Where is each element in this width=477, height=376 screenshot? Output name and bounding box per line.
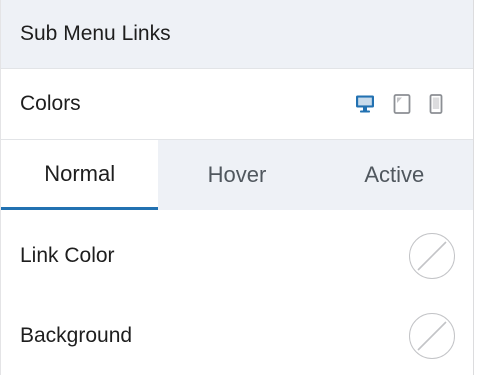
tab-hover-label: Hover: [207, 162, 267, 187]
tablet-icon[interactable]: [393, 94, 411, 114]
empty-color-icon: [417, 241, 447, 271]
device-switcher: [355, 94, 443, 114]
tab-normal-label: Normal: [44, 160, 116, 186]
link-color-picker[interactable]: [409, 233, 455, 279]
tab-active[interactable]: Active: [316, 140, 473, 210]
mobile-icon[interactable]: [429, 94, 443, 114]
tab-normal[interactable]: Normal: [1, 140, 159, 210]
link-color-row: Link Color: [1, 216, 473, 296]
colors-row: Colors: [1, 69, 473, 140]
background-color-picker[interactable]: [409, 313, 455, 359]
empty-color-icon: [417, 321, 447, 351]
tab-active-label: Active: [364, 162, 425, 187]
sub-menu-links-panel: Sub Menu Links Colors Normal Hover Activ…: [0, 0, 474, 375]
desktop-icon[interactable]: [355, 94, 375, 114]
link-color-label: Link Color: [20, 244, 115, 267]
section-header[interactable]: Sub Menu Links: [1, 0, 473, 69]
background-row: Background: [1, 296, 473, 376]
section-title: Sub Menu Links: [20, 22, 171, 45]
colors-label: Colors: [20, 92, 81, 115]
state-tabs: Normal Hover Active: [1, 140, 473, 210]
background-label: Background: [20, 324, 133, 347]
tab-hover[interactable]: Hover: [158, 140, 315, 210]
